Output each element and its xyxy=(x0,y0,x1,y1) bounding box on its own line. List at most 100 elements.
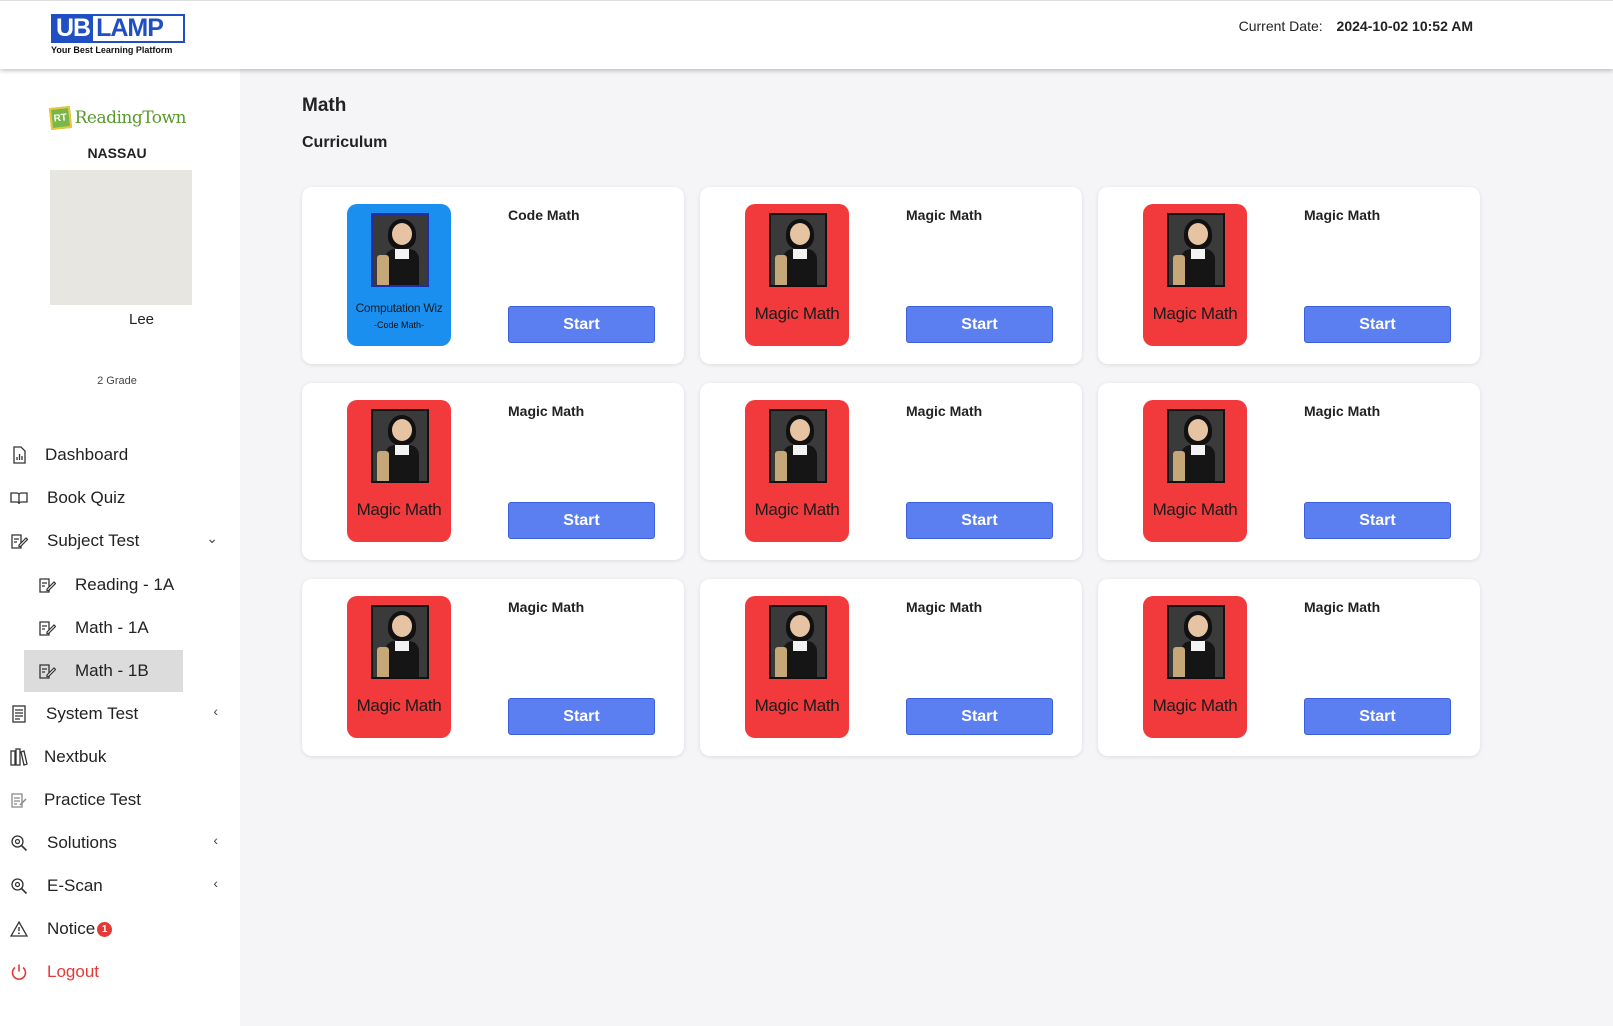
curriculum-card: Magic Math Magic Math Start xyxy=(700,187,1082,364)
dashboard-icon xyxy=(13,446,26,464)
date-value: 2024-10-02 10:52 AM xyxy=(1336,18,1473,34)
cover-photo-lamp xyxy=(775,255,787,285)
cover-title: Magic Math xyxy=(1152,696,1238,715)
subnav-reading-1a[interactable]: Reading - 1A xyxy=(24,564,183,606)
cover-photo-lamp xyxy=(377,647,389,677)
brand-badge: RT xyxy=(48,105,72,131)
power-icon xyxy=(11,964,27,980)
nav-dashboard-label: Dashboard xyxy=(45,445,129,464)
nav-nextbuk-label: Nextbuk xyxy=(44,747,107,766)
cover-photo-collar xyxy=(793,249,807,259)
cover-title: Magic Math xyxy=(1152,304,1238,323)
book-cover[interactable]: Computation Wiz -Code Math- xyxy=(347,204,451,346)
cover-title: Computation Wiz xyxy=(355,301,443,315)
avatar xyxy=(50,170,192,305)
start-button[interactable]: Start xyxy=(906,502,1053,539)
cover-photo-collar xyxy=(1191,249,1205,259)
nav-practice-test[interactable]: Practice Test xyxy=(0,779,234,821)
card-title: Magic Math xyxy=(1304,403,1381,419)
start-button[interactable]: Start xyxy=(508,502,655,539)
book-cover[interactable]: Magic Math xyxy=(1143,596,1247,738)
search-gear-icon xyxy=(11,878,28,895)
nav-solutions-label: Solutions xyxy=(47,833,117,852)
nav-system-test-label: System Test xyxy=(46,704,139,723)
curriculum-card: Magic Math Magic Math Start xyxy=(1098,187,1480,364)
start-button[interactable]: Start xyxy=(906,306,1053,343)
subnav-math-1b[interactable]: Math - 1B xyxy=(24,650,183,692)
ublamp-logo[interactable]: UB LAMP Your Best Learning Platform xyxy=(51,14,185,55)
page-title: Math xyxy=(302,95,347,116)
cover-photo-face xyxy=(392,419,412,441)
cover-photo xyxy=(1167,605,1225,679)
cover-photo xyxy=(1167,409,1225,483)
cover-title: Magic Math xyxy=(1152,500,1238,519)
start-button[interactable]: Start xyxy=(1304,698,1451,735)
book-cover[interactable]: Magic Math xyxy=(1143,204,1247,346)
curriculum-card: Magic Math Magic Math Start xyxy=(1098,383,1480,560)
nav-logout[interactable]: Logout xyxy=(0,951,234,993)
nav-nextbuk[interactable]: Nextbuk xyxy=(0,736,234,778)
test-sheet-icon xyxy=(12,705,26,723)
card-title: Code Math xyxy=(508,207,580,223)
nav-escan[interactable]: E-Scan ‹ xyxy=(0,865,234,907)
card-title: Magic Math xyxy=(1304,599,1381,615)
cover-title: Magic Math xyxy=(754,696,840,715)
notice-count-badge: 1 xyxy=(97,922,113,938)
cover-photo xyxy=(1167,213,1225,287)
start-button[interactable]: Start xyxy=(1304,502,1451,539)
cover-photo xyxy=(769,409,827,483)
nav-practice-test-label: Practice Test xyxy=(44,790,142,809)
logo-lamp: LAMP xyxy=(96,14,164,42)
cover-photo-lamp xyxy=(1173,255,1185,285)
nav-notice[interactable]: Notice 1 xyxy=(0,908,234,950)
curriculum-card: Magic Math Magic Math Start xyxy=(1098,579,1480,756)
chevron-left-icon: ‹ xyxy=(213,832,218,848)
curriculum-card: Computation Wiz -Code Math- Code Math Start xyxy=(302,187,684,364)
nav-system-test[interactable]: System Test ‹ xyxy=(0,693,234,735)
book-cover[interactable]: Magic Math xyxy=(347,596,451,738)
cover-photo-face xyxy=(1188,419,1208,441)
cover-photo-face xyxy=(392,223,412,245)
nav-book-quiz[interactable]: Book Quiz xyxy=(0,477,234,519)
book-cover[interactable]: Magic Math xyxy=(745,596,849,738)
nav-notice-label: Notice 1 xyxy=(47,919,113,939)
cover-photo xyxy=(769,605,827,679)
book-cover[interactable]: Magic Math xyxy=(347,400,451,542)
brand-text: ReadingTown xyxy=(74,108,187,128)
card-title: Magic Math xyxy=(1304,207,1381,223)
cover-photo xyxy=(371,409,429,483)
practice-icon xyxy=(11,793,27,808)
nav-dashboard[interactable]: Dashboard xyxy=(0,434,234,476)
curriculum-card: Magic Math Magic Math Start xyxy=(700,579,1082,756)
book-cover[interactable]: Magic Math xyxy=(745,204,849,346)
logo-ub: UB xyxy=(53,16,94,41)
edit-icon xyxy=(39,664,56,679)
top-header: UB LAMP Your Best Learning Platform Curr… xyxy=(0,0,1613,69)
cover-photo xyxy=(371,605,429,679)
start-button[interactable]: Start xyxy=(1304,306,1451,343)
warning-icon xyxy=(10,920,28,937)
chevron-down-icon: ⌄ xyxy=(206,530,218,546)
edit-icon xyxy=(39,578,56,593)
card-title: Magic Math xyxy=(906,403,983,419)
cover-photo-lamp xyxy=(377,255,389,285)
chevron-left-icon: ‹ xyxy=(213,703,218,719)
nav-subject-test[interactable]: Subject Test ⌄ xyxy=(0,520,234,562)
start-button[interactable]: Start xyxy=(508,306,655,343)
book-cover[interactable]: Magic Math xyxy=(745,400,849,542)
subnav-math-1a-label: Math - 1A xyxy=(75,618,149,637)
edit-icon xyxy=(39,621,56,636)
curriculum-card: Magic Math Magic Math Start xyxy=(302,579,684,756)
start-button[interactable]: Start xyxy=(906,698,1053,735)
cover-photo-collar xyxy=(1191,641,1205,651)
book-icon xyxy=(10,492,28,505)
subnav-math-1a[interactable]: Math - 1A xyxy=(24,607,183,649)
sidebar: RT ReadingTown NASSAU Lee 2 Grade Dashbo… xyxy=(0,69,240,1026)
start-button[interactable]: Start xyxy=(508,698,655,735)
book-cover[interactable]: Magic Math xyxy=(1143,400,1247,542)
cover-photo-face xyxy=(1188,223,1208,245)
nav-book-quiz-label: Book Quiz xyxy=(47,488,126,507)
nav-solutions[interactable]: Solutions ‹ xyxy=(0,822,234,864)
readingtown-logo: RT ReadingTown xyxy=(48,99,187,137)
cover-photo xyxy=(769,213,827,287)
